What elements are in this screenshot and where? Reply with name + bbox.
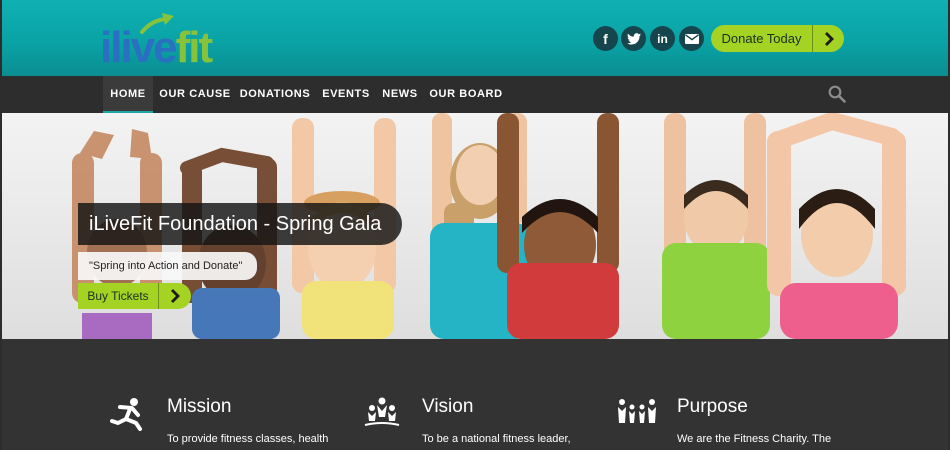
purpose-text: We are the Fitness Charity. The [677, 433, 832, 445]
hero-title: iLiveFit Foundation - Spring Gala [78, 203, 402, 245]
nav-item-our-cause[interactable]: OUR CAUSE [159, 76, 231, 113]
email-icon[interactable] [679, 26, 704, 51]
chevron-right-icon [812, 25, 844, 52]
linkedin-icon[interactable]: in [650, 26, 675, 51]
facebook-icon[interactable]: f [593, 26, 618, 51]
nav-item-donations[interactable]: DONATIONS [239, 76, 311, 113]
nav-item-home[interactable]: HOME [103, 76, 153, 113]
main-nav: HOME OUR CAUSE DONATIONS EVENTS NEWS OUR… [2, 76, 948, 113]
donate-today-button[interactable]: Donate Today [711, 25, 844, 52]
mission-text: To provide fitness classes, health [167, 433, 329, 445]
logo-text-fit: fit [175, 23, 214, 72]
donate-button-label: Donate Today [721, 31, 802, 46]
envelope-icon [684, 33, 699, 44]
group-people-icon [364, 397, 400, 426]
logo-text: ilivefit [100, 23, 214, 72]
twitter-icon[interactable] [621, 26, 646, 51]
chevron-right-icon [158, 283, 191, 309]
twitter-bird-icon [626, 32, 641, 45]
family-icon [618, 399, 656, 423]
logo-text-ilive: ilive [100, 23, 178, 72]
page: ilivefit f in Donate Today HOME OUR CAUS… [0, 0, 950, 450]
facebook-glyph: f [603, 30, 608, 47]
search-icon[interactable] [828, 85, 846, 103]
site-header: ilivefit f in Donate Today [2, 0, 948, 76]
purpose-title: Purpose [677, 396, 748, 417]
vision-title: Vision [422, 396, 474, 417]
mission-title: Mission [167, 396, 232, 417]
nav-item-news[interactable]: NEWS [380, 76, 420, 113]
linkedin-glyph: in [657, 31, 668, 46]
buy-tickets-button[interactable]: Buy Tickets [78, 283, 191, 309]
nav-item-events[interactable]: EVENTS [320, 76, 372, 113]
hero-quote: "Spring into Action and Donate" [78, 252, 257, 280]
features-section: Mission To provide fitness classes, heal… [2, 339, 948, 450]
site-logo[interactable]: ilivefit [100, 13, 214, 72]
nav-item-our-board[interactable]: OUR BOARD [429, 76, 503, 113]
buy-tickets-label: Buy Tickets [87, 289, 149, 303]
running-person-icon [110, 398, 142, 431]
vision-text: To be a national fitness leader, [422, 433, 571, 445]
